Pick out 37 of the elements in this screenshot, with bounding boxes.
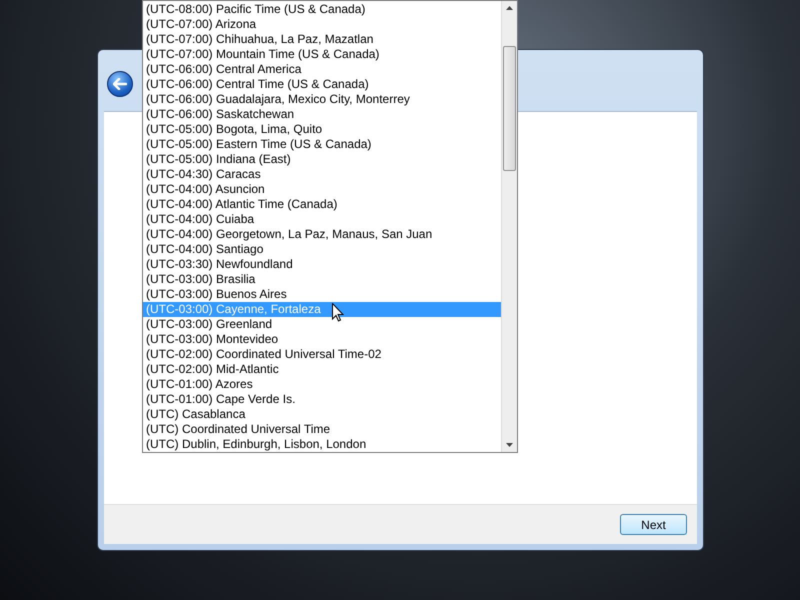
timezone-option[interactable]: (UTC-06:00) Central America xyxy=(143,62,501,77)
next-button[interactable]: Next xyxy=(620,514,687,535)
timezone-option[interactable]: (UTC-02:00) Coordinated Universal Time-02 xyxy=(143,347,501,362)
timezone-option[interactable]: (UTC-04:00) Atlantic Time (Canada) xyxy=(143,197,501,212)
back-button[interactable] xyxy=(107,70,133,96)
timezone-option[interactable]: (UTC-05:00) Bogota, Lima, Quito xyxy=(143,122,501,137)
timezone-option[interactable]: (UTC-04:00) Georgetown, La Paz, Manaus, San Juan xyxy=(143,227,501,242)
timezone-option[interactable]: (UTC-06:00) Central Time (US & Canada) xyxy=(143,77,501,92)
timezone-option[interactable]: (UTC-01:00) Azores xyxy=(143,377,501,392)
timezone-option[interactable]: (UTC-04:30) Caracas xyxy=(143,167,501,182)
scrollbar-thumb[interactable] xyxy=(503,46,516,171)
timezone-option[interactable]: (UTC-03:00) Greenland xyxy=(143,317,501,332)
timezone-option[interactable]: (UTC-04:00) Asuncion xyxy=(143,182,501,197)
timezone-option[interactable]: (UTC-04:00) Cuiaba xyxy=(143,212,501,227)
timezone-option[interactable]: (UTC-06:00) Guadalajara, Mexico City, Monterrey xyxy=(143,92,501,107)
timezone-option[interactable]: (UTC-08:00) Pacific Time (US & Canada) xyxy=(143,2,501,17)
timezone-option[interactable]: (UTC-07:00) Arizona xyxy=(143,17,501,32)
timezone-option[interactable]: (UTC) Casablanca xyxy=(143,407,501,422)
timezone-option[interactable]: (UTC-07:00) Mountain Time (US & Canada) xyxy=(143,47,501,62)
timezone-option[interactable]: (UTC-04:00) Santiago xyxy=(143,242,501,257)
scroll-down-icon[interactable] xyxy=(506,443,513,447)
scrollbar[interactable] xyxy=(501,1,517,452)
timezone-option[interactable]: (UTC-05:00) Eastern Time (US & Canada) xyxy=(143,137,501,152)
scroll-up-icon[interactable] xyxy=(506,6,513,10)
timezone-option[interactable]: (UTC-02:00) Mid-Atlantic xyxy=(143,362,501,377)
timezone-option[interactable]: (UTC-01:00) Cape Verde Is. xyxy=(143,392,501,407)
timezone-option[interactable]: (UTC-03:00) Montevideo xyxy=(143,332,501,347)
timezone-option[interactable]: (UTC) Coordinated Universal Time xyxy=(143,422,501,437)
timezone-option[interactable]: (UTC-03:30) Newfoundland xyxy=(143,257,501,272)
back-arrow-icon xyxy=(113,78,127,90)
timezone-option[interactable]: (UTC-03:00) Brasilia xyxy=(143,272,501,287)
timezone-option[interactable]: (UTC) Dublin, Edinburgh, Lisbon, London xyxy=(143,437,501,452)
timezone-option[interactable]: (UTC-03:00) Buenos Aires xyxy=(143,287,501,302)
timezone-option[interactable]: (UTC-07:00) Chihuahua, La Paz, Mazatlan xyxy=(143,32,501,47)
mouse-cursor-icon xyxy=(332,303,344,322)
timezone-option[interactable]: (UTC-05:00) Indiana (East) xyxy=(143,152,501,167)
timezone-option[interactable]: (UTC-06:00) Saskatchewan xyxy=(143,107,501,122)
